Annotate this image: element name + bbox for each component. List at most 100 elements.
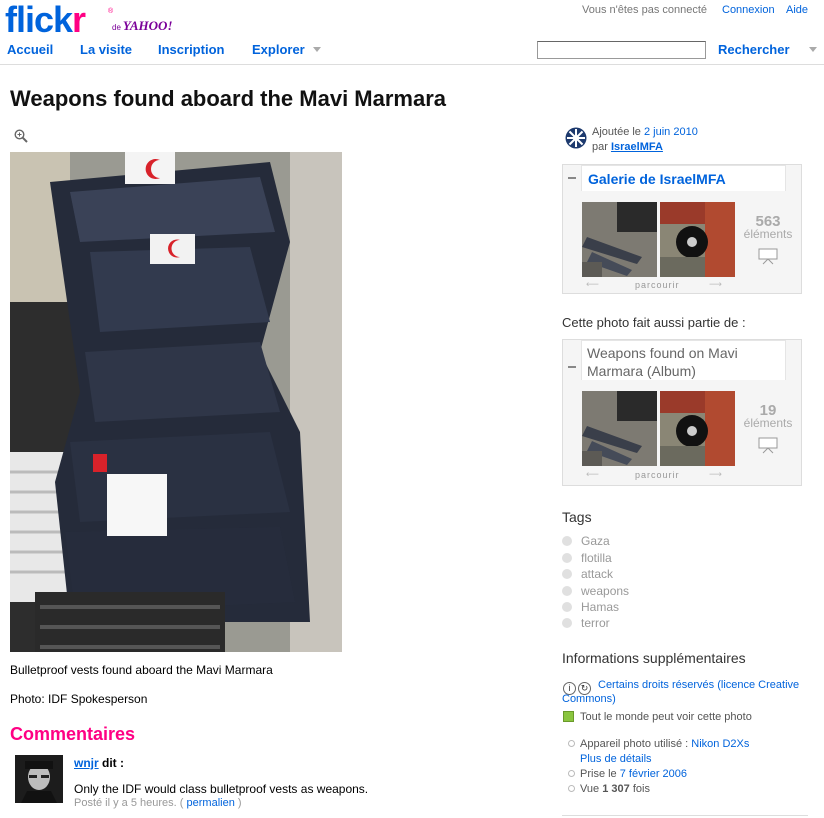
tag-item[interactable]: flotilla bbox=[562, 551, 612, 565]
gallery-thumb-1[interactable] bbox=[582, 202, 657, 277]
album-next-icon[interactable]: ⟶ bbox=[709, 469, 723, 480]
tag-dot-icon bbox=[562, 586, 572, 596]
explore-dropdown-arrow-icon[interactable] bbox=[313, 47, 321, 52]
camera-row: Appareil photo utilisé : Nikon D2Xs bbox=[568, 738, 749, 750]
bullet-icon bbox=[568, 740, 575, 747]
logo-flick-text: flick bbox=[5, 0, 73, 40]
album-thumb-1-image bbox=[582, 391, 657, 466]
logo-r-text: r bbox=[72, 0, 86, 40]
tag-item[interactable]: weapons bbox=[562, 584, 629, 598]
comment-says-label: dit : bbox=[102, 756, 125, 770]
nav-signup[interactable]: Inscription bbox=[158, 42, 224, 57]
gallery-thumb-1-image bbox=[582, 202, 657, 277]
tag-dot-icon bbox=[562, 553, 572, 563]
search-dropdown-arrow-icon[interactable] bbox=[809, 47, 817, 52]
added-prefix: Ajoutée le bbox=[592, 126, 641, 138]
public-privacy-icon bbox=[563, 711, 574, 722]
album-thumb-2-image bbox=[660, 391, 735, 466]
album-title-line1: Weapons found on Mavi bbox=[587, 345, 738, 361]
comment-text: Only the IDF would class bulletproof ves… bbox=[74, 782, 369, 796]
main-photo[interactable] bbox=[10, 152, 342, 652]
comment-author-link[interactable]: wnjr bbox=[74, 756, 99, 770]
logo-yahoo-text: YAHOO! bbox=[122, 18, 173, 33]
album-collapse-icon[interactable] bbox=[568, 366, 576, 368]
album-title-line2: Marmara (Album) bbox=[587, 363, 696, 379]
search-button[interactable]: Rechercher bbox=[718, 42, 790, 57]
gallery-prev-icon[interactable]: ⟵ bbox=[586, 279, 600, 290]
owner-line: par IsraelMFA bbox=[592, 141, 663, 153]
gallery-header: Galerie de IsraelMFA bbox=[581, 165, 786, 191]
album-box: Weapons found on Mavi Marmara (Album) 19 … bbox=[562, 339, 802, 486]
flickr-logo[interactable]: flickr bbox=[5, 0, 86, 40]
header-divider bbox=[0, 64, 824, 65]
photo-title: Weapons found aboard the Mavi Marmara bbox=[10, 86, 447, 111]
tag-item[interactable]: terror bbox=[562, 616, 610, 630]
gallery-count-label: éléments bbox=[743, 227, 793, 241]
views-count: 1 307 bbox=[602, 783, 630, 795]
gallery-title-link[interactable]: Galerie de IsraelMFA bbox=[588, 171, 726, 187]
tag-label: Gaza bbox=[581, 534, 610, 548]
gallery-next-icon[interactable]: ⟶ bbox=[709, 279, 723, 290]
commenter-avatar[interactable] bbox=[15, 755, 63, 803]
views-prefix: Vue bbox=[580, 783, 600, 795]
album-thumb-1[interactable] bbox=[582, 391, 657, 466]
tag-dot-icon bbox=[562, 618, 572, 628]
album-slideshow-icon[interactable] bbox=[757, 436, 779, 454]
sidebar-divider bbox=[562, 815, 808, 816]
tag-item[interactable]: Gaza bbox=[562, 534, 610, 548]
camera-prefix: Appareil photo utilisé : bbox=[580, 738, 689, 750]
nav-home[interactable]: Accueil bbox=[7, 42, 53, 57]
photo-caption: Bulletproof vests found aboard the Mavi … bbox=[10, 663, 273, 677]
comment-permalink[interactable]: permalien bbox=[187, 797, 235, 809]
owner-link[interactable]: IsraelMFA bbox=[611, 141, 663, 153]
album-header: Weapons found on Mavi Marmara (Album) bbox=[581, 340, 786, 380]
comments-heading: Commentaires bbox=[10, 724, 136, 744]
by-prefix: par bbox=[592, 141, 608, 153]
comment-posted-time: Posté il y a 5 heures. bbox=[74, 797, 177, 809]
gallery-collapse-icon[interactable] bbox=[568, 177, 576, 179]
help-link[interactable]: Aide bbox=[786, 4, 808, 16]
search-input[interactable] bbox=[537, 41, 706, 59]
added-date-link[interactable]: 2 juin 2010 bbox=[644, 126, 698, 138]
album-prev-icon[interactable]: ⟵ bbox=[586, 469, 600, 480]
tags-heading: Tags bbox=[562, 509, 592, 525]
slideshow-icon[interactable] bbox=[757, 247, 779, 265]
taken-date-link[interactable]: 7 février 2006 bbox=[620, 768, 687, 780]
album-thumb-2[interactable] bbox=[660, 391, 735, 466]
privacy-text: Tout le monde peut voir cette photo bbox=[580, 711, 752, 723]
owner-buddy-icon[interactable] bbox=[565, 127, 587, 149]
zoom-icon[interactable] bbox=[14, 129, 28, 143]
camera-link[interactable]: Nikon D2Xs bbox=[691, 738, 749, 750]
tag-label: flotilla bbox=[581, 551, 612, 565]
taken-date-row: Prise le 7 février 2006 bbox=[568, 768, 687, 780]
nav-explore[interactable]: Explorer bbox=[252, 42, 305, 57]
gallery-thumb-2[interactable] bbox=[660, 202, 735, 277]
album-browse-bar: ⟵ parcourir ⟶ bbox=[583, 469, 733, 480]
photo-credit: Photo: IDF Spokesperson bbox=[10, 692, 148, 706]
tag-label: weapons bbox=[581, 584, 630, 598]
logo-de-text: de bbox=[112, 23, 121, 32]
main-photo-image bbox=[10, 152, 342, 652]
more-details-link[interactable]: Plus de détails bbox=[580, 753, 652, 765]
gallery-browse-bar: ⟵ parcourir ⟶ bbox=[583, 279, 733, 290]
nav-tour[interactable]: La visite bbox=[80, 42, 132, 57]
album-title-link[interactable]: Weapons found on Mavi Marmara (Album) bbox=[587, 344, 738, 380]
license-link-continued[interactable]: Commons) bbox=[562, 693, 616, 705]
more-info-heading: Informations supplémentaires bbox=[562, 650, 746, 666]
bullet-icon bbox=[568, 770, 575, 777]
login-link[interactable]: Connexion bbox=[722, 4, 775, 16]
comment-meta: Posté il y a 5 heures. ( permalien ) bbox=[74, 797, 242, 809]
album-browse-label: parcourir bbox=[635, 470, 680, 480]
login-status: Vous n'êtes pas connecté bbox=[582, 4, 708, 16]
gallery-thumb-2-image bbox=[660, 202, 735, 277]
bullet-icon bbox=[568, 785, 575, 792]
tag-item[interactable]: Hamas bbox=[562, 600, 619, 614]
tag-item[interactable]: attack bbox=[562, 567, 613, 581]
photostream-gallery-box: Galerie de IsraelMFA 563 éléments ⟵ parc… bbox=[562, 164, 802, 294]
tag-dot-icon bbox=[562, 536, 572, 546]
gallery-browse-label: parcourir bbox=[635, 280, 680, 290]
tag-label: attack bbox=[581, 567, 614, 581]
license-link[interactable]: Certains droits réservés (licence Creati… bbox=[598, 678, 808, 693]
tag-label: Hamas bbox=[581, 600, 620, 614]
taken-prefix: Prise le bbox=[580, 768, 617, 780]
